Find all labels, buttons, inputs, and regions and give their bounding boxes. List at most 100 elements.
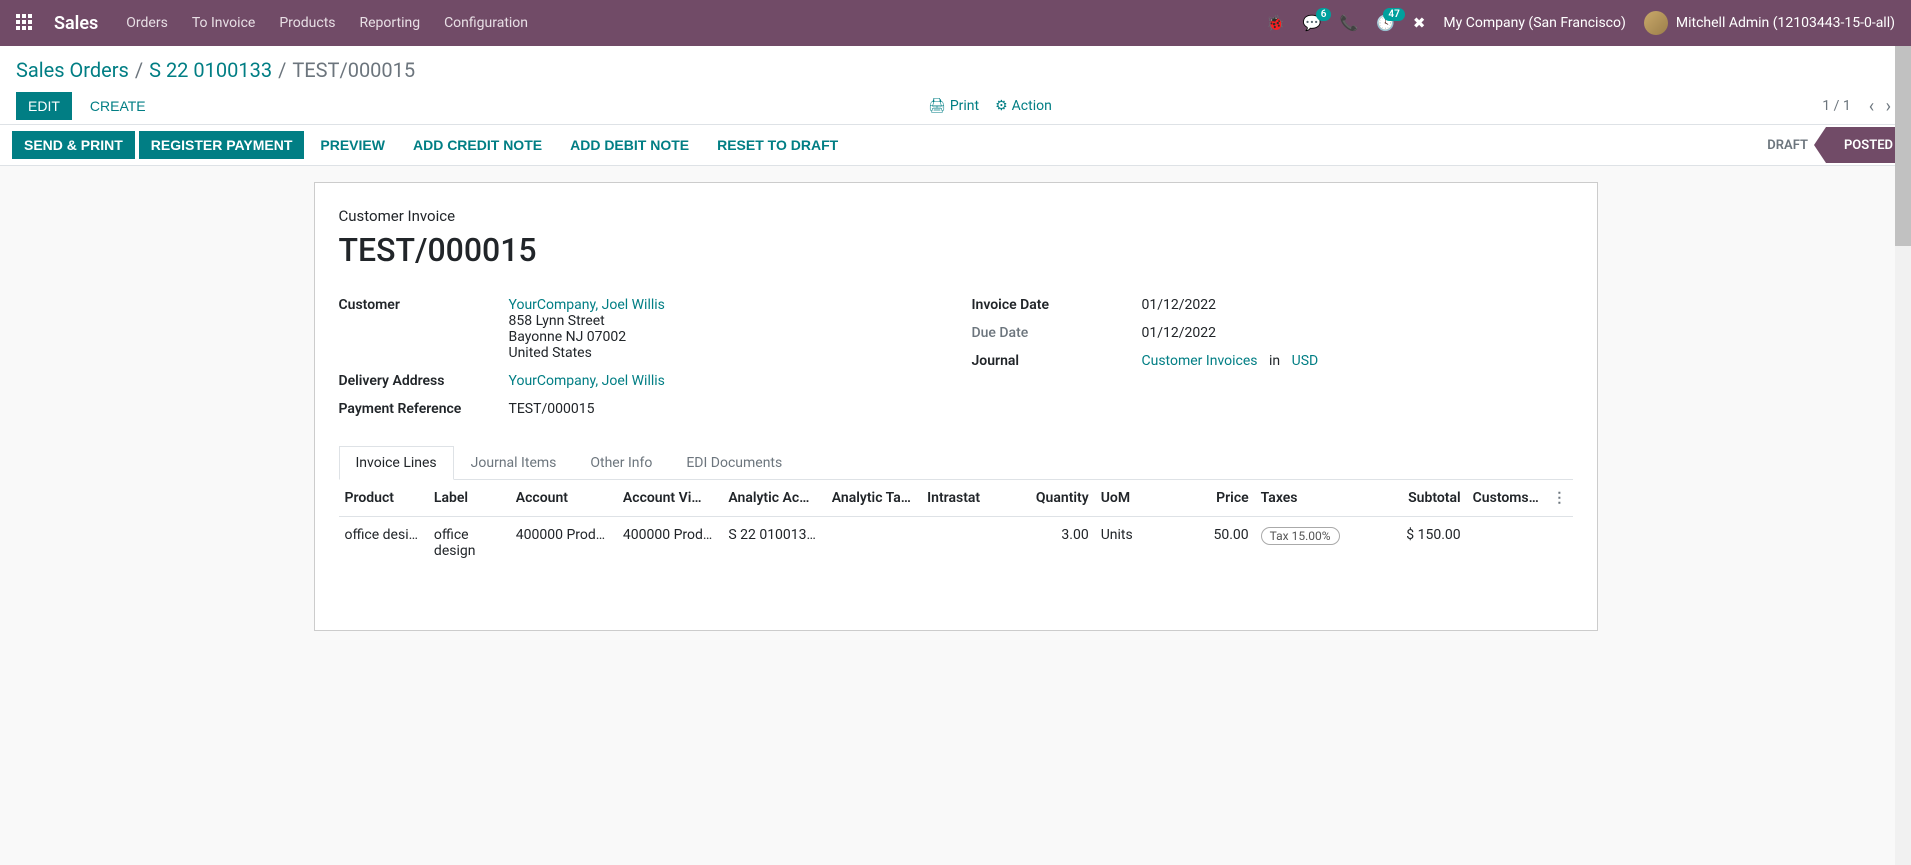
customer-label: Customer [339,297,509,361]
cell-uom: Units [1095,517,1170,570]
th-account-view[interactable]: Account Vi… [617,480,722,517]
cell-quantity: 3.00 [1008,517,1095,570]
nav-to-invoice[interactable]: To Invoice [192,15,256,31]
breadcrumb-current: TEST/000015 [292,58,415,82]
cell-intrastat [921,517,1008,570]
nav-reporting[interactable]: Reporting [360,15,421,31]
tab-invoice-lines[interactable]: Invoice Lines [339,446,454,480]
invdate-label: Invoice Date [972,297,1142,313]
journal-link[interactable]: Customer Invoices [1142,353,1258,369]
scrollbar[interactable] [1895,46,1911,865]
table-row[interactable]: office desi… office design 400000 Prod… … [339,517,1573,570]
tab-journal-items[interactable]: Journal Items [454,446,574,480]
addr-line-1: 858 Lynn Street [509,313,940,329]
pager-text: 1 / 1 [1822,98,1850,114]
print-icon: 🖨 [928,98,946,114]
preview-button[interactable]: PREVIEW [308,131,397,159]
gear-icon: ⚙ [995,98,1008,114]
edit-button[interactable]: EDIT [16,92,72,120]
reset-to-draft-button[interactable]: RESET TO DRAFT [705,131,850,159]
breadcrumb-order[interactable]: S 22 0100133 [149,58,272,82]
print-menu[interactable]: 🖨Print [928,98,979,114]
user-menu[interactable]: Mitchell Admin (12103443-15-0-all) [1644,11,1895,35]
th-subtotal[interactable]: Subtotal [1362,480,1466,517]
breadcrumb: Sales Orders/S 22 0100133/TEST/000015 [16,58,1895,82]
payref-label: Payment Reference [339,401,509,417]
messages-icon[interactable]: 💬6 [1303,14,1322,32]
th-analytic-acc[interactable]: Analytic Ac… [722,480,825,517]
messages-badge: 6 [1316,8,1332,21]
cell-account: 400000 Prod… [510,517,617,570]
tools-icon[interactable]: ✖ [1413,14,1426,32]
th-account[interactable]: Account [510,480,617,517]
company-selector[interactable]: My Company (San Francisco) [1443,15,1625,31]
customer-link[interactable]: YourCompany, Joel Willis [509,297,665,313]
pager-prev[interactable]: ‹ [1865,96,1878,117]
th-quantity[interactable]: Quantity [1008,480,1095,517]
th-customs[interactable]: Customs… [1467,480,1547,517]
statusbar: SEND & PRINT REGISTER PAYMENT PREVIEW AD… [0,125,1911,166]
control-panel: Sales Orders/S 22 0100133/TEST/000015 ED… [0,46,1911,125]
print-label: Print [950,98,979,114]
send-print-button[interactable]: SEND & PRINT [12,131,135,159]
payref-value: TEST/000015 [509,401,940,417]
tab-edi-documents[interactable]: EDI Documents [669,446,799,480]
th-taxes[interactable]: Taxes [1255,480,1363,517]
duedate-label: Due Date [972,325,1142,341]
cell-taxes: Tax 15.00% [1255,517,1363,570]
notebook-tabs: Invoice Lines Journal Items Other Info E… [339,445,1573,480]
cell-subtotal: $ 150.00 [1362,517,1466,570]
cell-analytic-acc: S 22 010013… [722,517,825,570]
activities-icon[interactable]: 🕓47 [1376,14,1395,32]
invdate-value: 01/12/2022 [1142,297,1573,313]
action-label: Action [1012,98,1052,114]
brand-sales[interactable]: Sales [54,13,98,34]
journal-label: Journal [972,353,1142,369]
add-debit-note-button[interactable]: ADD DEBIT NOTE [558,131,701,159]
add-credit-note-button[interactable]: ADD CREDIT NOTE [401,131,554,159]
apps-icon[interactable] [16,14,34,32]
journal-in: in [1261,353,1288,369]
user-name: Mitchell Admin (12103443-15-0-all) [1676,15,1895,31]
cell-price: 50.00 [1170,517,1255,570]
duedate-value: 01/12/2022 [1142,325,1573,341]
cell-customs [1467,517,1547,570]
invoice-lines-table: Product Label Account Account Vi… Analyt… [339,480,1573,630]
th-label[interactable]: Label [428,480,510,517]
cell-analytic-tag [826,517,921,570]
cell-product: office desi… [339,517,428,570]
avatar [1644,11,1668,35]
delivery-link[interactable]: YourCompany, Joel Willis [509,373,665,389]
currency-link[interactable]: USD [1292,353,1319,369]
move-type-label: Customer Invoice [339,207,1573,225]
bug-icon[interactable]: 🐞 [1266,14,1285,32]
cell-label: office design [428,517,510,570]
addr-line-2: Bayonne NJ 07002 [509,329,940,345]
phone-icon[interactable]: 📞 [1339,14,1358,32]
record-title: TEST/000015 [339,231,1573,269]
tab-other-info[interactable]: Other Info [573,446,669,480]
nav-products[interactable]: Products [279,15,335,31]
pager-next[interactable]: › [1882,96,1895,117]
cell-account-view: 400000 Prod… [617,517,722,570]
addr-line-3: United States [509,345,940,361]
activities-badge: 47 [1383,8,1404,21]
th-uom[interactable]: UoM [1095,480,1170,517]
tax-pill: Tax 15.00% [1261,527,1340,545]
top-navbar: Sales Orders To Invoice Products Reporti… [0,0,1911,46]
nav-configuration[interactable]: Configuration [444,15,528,31]
th-analytic-tag[interactable]: Analytic Ta… [826,480,921,517]
delivery-label: Delivery Address [339,373,509,389]
nav-menu: Orders To Invoice Products Reporting Con… [126,15,528,31]
form-sheet: Customer Invoice TEST/000015 Customer Yo… [314,182,1598,631]
th-intrastat[interactable]: Intrastat [921,480,1008,517]
action-menu[interactable]: ⚙Action [995,98,1052,114]
breadcrumb-root[interactable]: Sales Orders [16,58,129,82]
scrollbar-thumb[interactable] [1895,46,1911,246]
th-price[interactable]: Price [1170,480,1255,517]
create-button[interactable]: CREATE [78,92,158,120]
th-product[interactable]: Product [339,480,428,517]
register-payment-button[interactable]: REGISTER PAYMENT [139,131,305,159]
nav-orders[interactable]: Orders [126,15,168,31]
optional-columns-icon[interactable]: ⋮ [1546,480,1572,517]
